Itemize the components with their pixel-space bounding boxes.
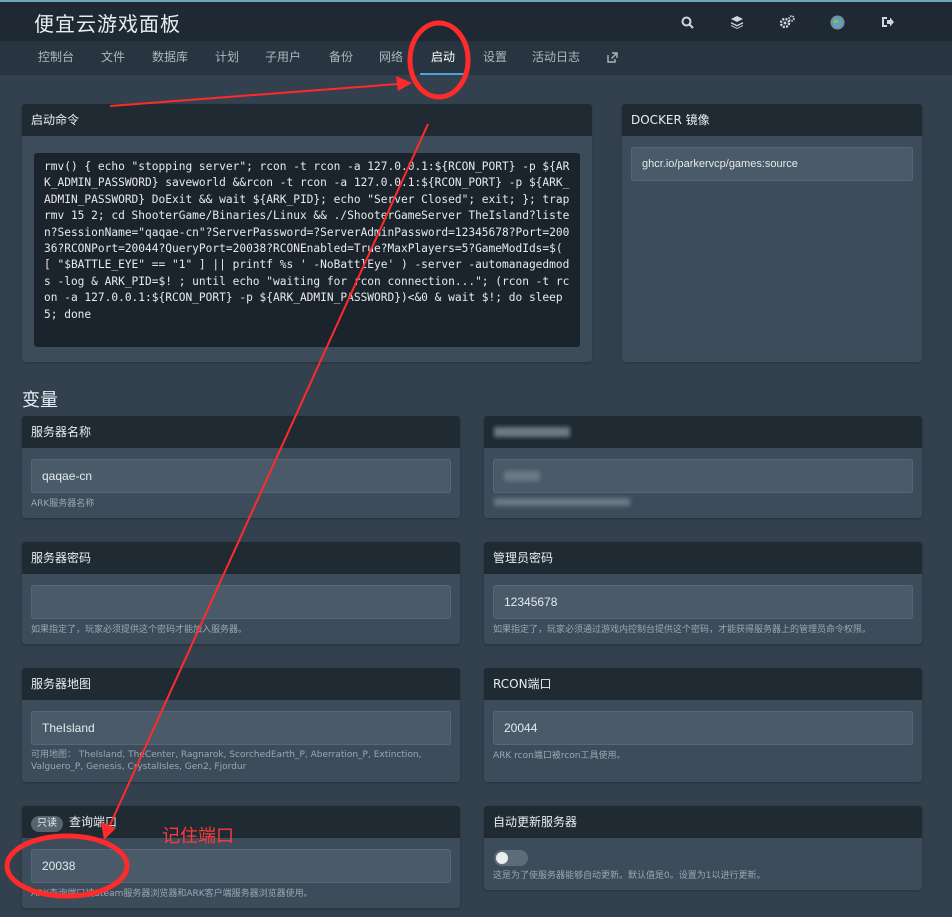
server-name-hint: ARK服务器名称 [31, 499, 95, 509]
tab-network[interactable]: 网络 [370, 41, 412, 75]
admin-password-hint: 如果指定了，玩家必须通过游戏内控制台提供这个密码，才能获得服务器上的管理员命令权… [493, 625, 872, 635]
redacted-value-blur [504, 471, 540, 481]
rcon-port-panel: RCON端口 20044 ARK rcon端口被rcon工具使用。 [484, 668, 922, 782]
startup-command-panel: 启动命令 rmv() { echo "stopping server"; rco… [22, 104, 592, 362]
redacted-label-blur [494, 427, 570, 437]
tab-database[interactable]: 数据库 [144, 41, 196, 75]
avatar-icon[interactable] [812, 11, 862, 33]
query-port-header: 只读 查询端口 [22, 806, 460, 838]
toggle-knob [496, 852, 508, 864]
server-map-input[interactable]: TheIsland [31, 711, 451, 745]
query-port-panel: 只读 查询端口 20038 ARK查询端口被Steam服务器浏览器和ARK客户端服… [22, 806, 460, 908]
server-password-label: 服务器密码 [22, 542, 460, 574]
server-map-hint: 可用地图： TheIsland, TheCenter, Ragnarok, Sc… [31, 750, 422, 772]
startup-command-text: rmv() { echo "stopping server"; rcon -t … [34, 153, 580, 347]
server-name-panel: 服务器名称 qaqae-cn ARK服务器名称 [22, 416, 460, 518]
docker-image-panel: DOCKER 镜像 ghcr.io/parkervcp/games:source [622, 104, 922, 362]
admin-password-panel: 管理员密码 12345678 如果指定了，玩家必须通过游戏内控制台提供这个密码，… [484, 542, 922, 644]
annotation-remember-port: 记住端口 [162, 826, 234, 847]
tab-schedules[interactable]: 计划 [206, 41, 248, 75]
logout-icon[interactable] [862, 11, 912, 33]
query-port-hint: ARK查询端口被Steam服务器浏览器和ARK客户端服务器浏览器使用。 [31, 889, 313, 899]
docker-image-title: DOCKER 镜像 [622, 104, 922, 136]
admin-password-label: 管理员密码 [484, 542, 922, 574]
tab-files[interactable]: 文件 [92, 41, 134, 75]
auto-update-toggle[interactable] [494, 850, 528, 866]
server-map-label: 服务器地图 [22, 668, 460, 700]
docker-image-select[interactable]: ghcr.io/parkervcp/games:source [631, 147, 913, 181]
query-port-label: 查询端口 [69, 815, 118, 829]
startup-command-title: 启动命令 [22, 104, 592, 136]
layers-icon[interactable] [712, 11, 762, 33]
server-password-hint: 如果指定了，玩家必须提供这个密码才能加入服务器。 [31, 625, 248, 635]
tab-console[interactable]: 控制台 [30, 41, 82, 75]
query-port-input[interactable]: 20038 [31, 849, 451, 883]
top-bar: 便宜云游戏面板 [0, 0, 952, 41]
tab-subusers[interactable]: 子用户 [258, 41, 308, 75]
rcon-port-hint: ARK rcon端口被rcon工具使用。 [493, 751, 626, 761]
app-title[interactable]: 便宜云游戏面板 [34, 8, 181, 37]
search-icon[interactable] [662, 11, 712, 33]
top-icons [662, 11, 912, 33]
external-link-icon[interactable] [598, 41, 626, 75]
auto-update-label: 自动更新服务器 [484, 806, 922, 838]
redacted-hint-blur [494, 498, 630, 506]
nav-bar: 控制台 文件 数据库 计划 子用户 备份 网络 启动 设置 活动日志 [0, 41, 952, 75]
rcon-port-label: RCON端口 [484, 668, 922, 700]
auto-update-panel: 自动更新服务器 这是为了使服务器能够自动更新。默认值是0。设置为1以进行更新。 [484, 806, 922, 890]
auto-update-body: 这是为了使服务器能够自动更新。默认值是0。设置为1以进行更新。 [484, 838, 922, 890]
auto-update-hint: 这是为了使服务器能够自动更新。默认值是0。设置为1以进行更新。 [493, 871, 766, 881]
server-name-label: 服务器名称 [22, 416, 460, 448]
rcon-port-input[interactable]: 20044 [493, 711, 913, 745]
cogs-icon[interactable] [762, 11, 812, 33]
tab-activity-log[interactable]: 活动日志 [526, 41, 586, 75]
read-only-badge: 只读 [31, 816, 63, 832]
server-name-input[interactable]: qaqae-cn [31, 459, 451, 493]
annotation-arrow-head-1 [396, 76, 412, 91]
redacted-variable-input[interactable] [493, 459, 913, 493]
server-password-panel: 服务器密码 如果指定了，玩家必须提供这个密码才能加入服务器。 [22, 542, 460, 644]
redacted-variable-panel [484, 416, 922, 518]
admin-password-input[interactable]: 12345678 [493, 585, 913, 619]
tab-backups[interactable]: 备份 [320, 41, 362, 75]
variables-title: 变量 [22, 390, 58, 411]
server-password-input[interactable] [31, 585, 451, 619]
tab-settings[interactable]: 设置 [474, 41, 516, 75]
server-map-panel: 服务器地图 TheIsland 可用地图： TheIsland, TheCent… [22, 668, 460, 782]
annotation-arrow-line-1 [109, 83, 399, 107]
tab-startup[interactable]: 启动 [420, 41, 466, 75]
